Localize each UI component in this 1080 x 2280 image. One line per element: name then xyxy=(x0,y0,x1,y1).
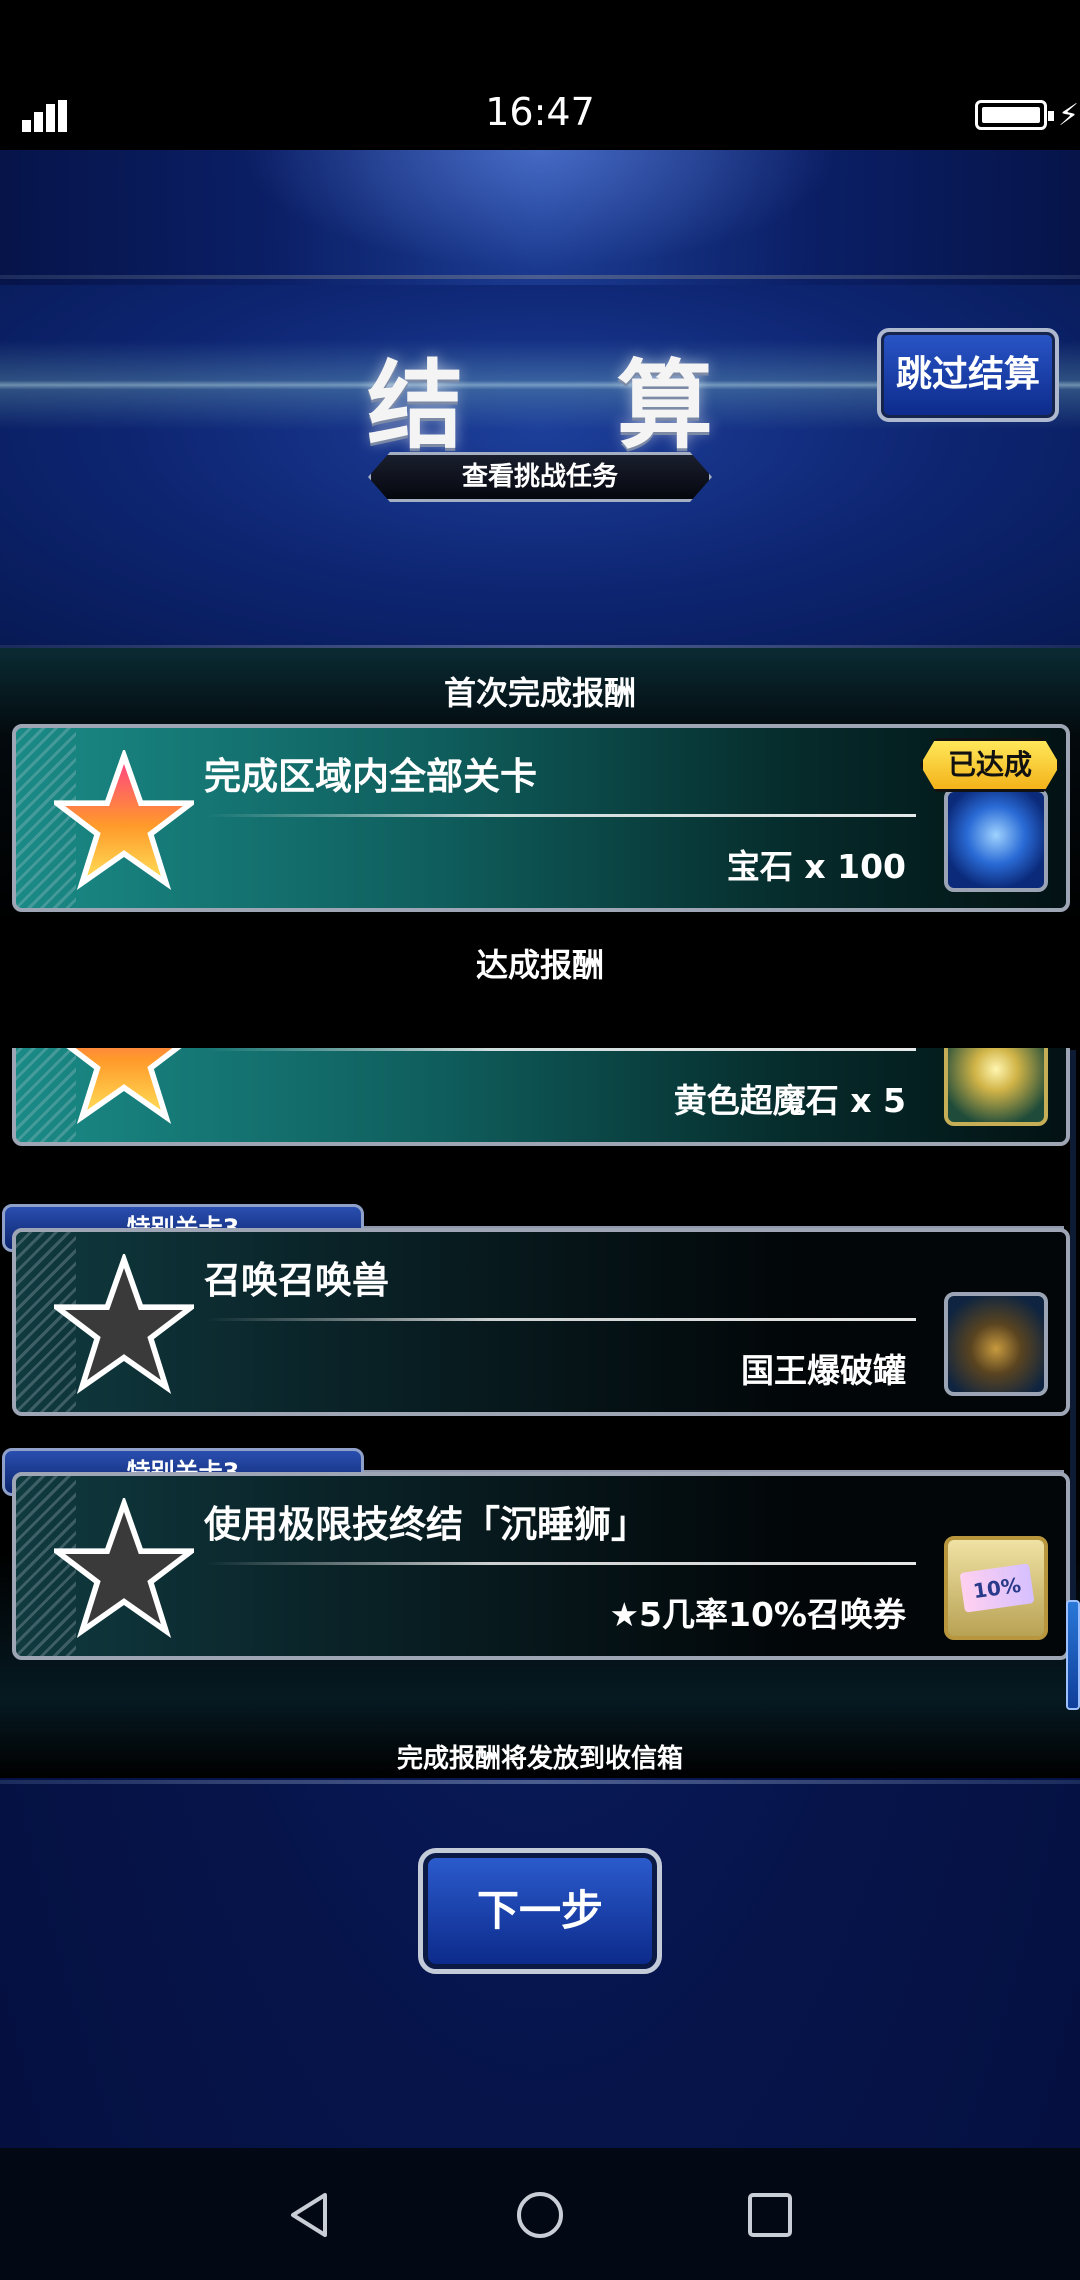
reward-text: 黄色超魔石 x 5 xyxy=(673,1081,906,1120)
mailbox-notice: 完成报酬将发放到收信箱 xyxy=(396,1744,683,1774)
recents-icon[interactable] xyxy=(745,2190,795,2240)
card-divider xyxy=(206,1318,916,1321)
card-divider xyxy=(206,1562,916,1565)
dark-star-icon xyxy=(54,1498,194,1638)
dark-star-icon xyxy=(54,1254,194,1394)
divider xyxy=(0,1780,1080,1784)
mission-name: 使用极限技终结「沉睡狮」 xyxy=(204,1503,648,1546)
status-time: 16:47 xyxy=(485,90,595,134)
gold-star-icon xyxy=(54,750,194,890)
skip-button-label: 跳过结算 xyxy=(895,354,1040,395)
yellow-stone-icon xyxy=(944,1048,1048,1126)
reward-text: 宝石 x 100 xyxy=(726,847,906,886)
first-clear-header: 首次完成报酬 xyxy=(443,674,636,712)
achievement-card[interactable]: 使用极限技终结「沉睡狮」 ★5几率10%召唤券 10% xyxy=(12,1472,1070,1660)
challenge-button-label: 查看挑战任务 xyxy=(461,462,618,492)
scrollbar-thumb[interactable] xyxy=(1066,1600,1080,1710)
back-icon[interactable] xyxy=(285,2190,335,2240)
bomb-pot-icon xyxy=(944,1292,1048,1396)
achieved-badge-label: 已达成 xyxy=(947,748,1032,781)
gold-star-icon xyxy=(66,1048,182,1124)
next-button-label: 下一步 xyxy=(476,1886,603,1935)
next-button[interactable]: 下一步 xyxy=(418,1848,662,1974)
battery-icon xyxy=(975,100,1054,130)
ticket-percent: 10% xyxy=(959,1563,1035,1613)
first-clear-reward-card[interactable]: 完成区域内全部关卡 宝石 x 100 xyxy=(12,724,1070,912)
card-divider xyxy=(206,814,916,817)
achievement-card[interactable]: 黄色超魔石 x 5 xyxy=(12,1048,1070,1146)
achievement-header: 达成报酬 xyxy=(475,946,604,984)
divider xyxy=(0,275,1080,279)
background-light xyxy=(240,150,840,270)
achieved-badge: 已达成 xyxy=(920,738,1060,792)
view-challenges-button[interactable]: 查看挑战任务 xyxy=(368,452,712,502)
ticket-icon: 10% xyxy=(944,1536,1048,1640)
mission-name: 完成区域内全部关卡 xyxy=(204,755,537,798)
skip-settlement-button[interactable]: 跳过结算 xyxy=(877,328,1059,422)
mission-name: 召唤召唤兽 xyxy=(204,1259,389,1302)
gem-icon xyxy=(944,788,1048,892)
home-icon[interactable] xyxy=(515,2190,565,2240)
reward-text: ★5几率10%召唤券 xyxy=(609,1595,906,1634)
achievement-card[interactable]: 召唤召唤兽 国王爆破罐 xyxy=(12,1228,1070,1416)
achievement-list[interactable]: 黄色超魔石 x 5 特别关卡3 召唤召唤兽 国王爆破罐 特别关卡3 使用极限技终… xyxy=(0,1048,1080,1708)
charging-icon: ⚡ xyxy=(1058,98,1080,133)
card-divider xyxy=(206,1048,916,1051)
reward-text: 国王爆破罐 xyxy=(741,1351,906,1390)
